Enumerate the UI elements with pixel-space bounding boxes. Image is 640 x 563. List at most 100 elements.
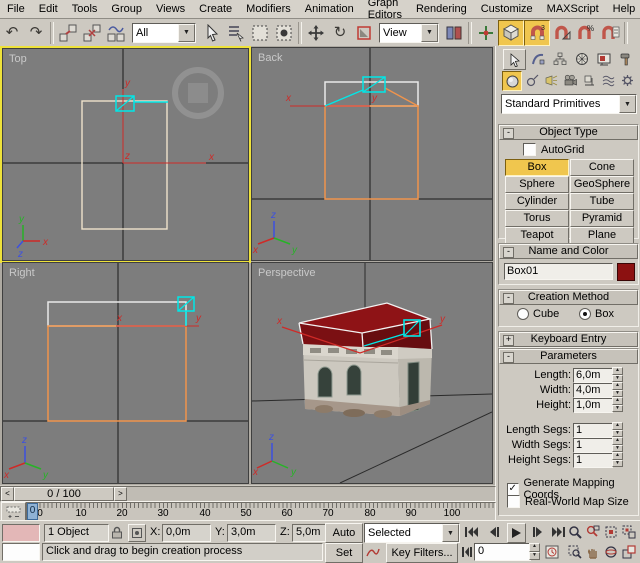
region-zoom-icon[interactable] bbox=[566, 543, 583, 561]
auto-key-button[interactable]: Auto Key bbox=[325, 523, 363, 543]
width-input[interactable]: 4,0m bbox=[573, 383, 613, 398]
display-tab-icon[interactable] bbox=[593, 49, 614, 68]
use-pivot-point-icon[interactable] bbox=[442, 21, 466, 45]
house-model[interactable] bbox=[303, 344, 432, 418]
length-segs-spinner[interactable]: ▲▼ bbox=[612, 422, 623, 437]
bind-to-spacewarp-icon[interactable] bbox=[104, 21, 128, 45]
menu-animation[interactable]: Animation bbox=[298, 2, 361, 16]
height-spinner[interactable]: ▲▼ bbox=[612, 397, 623, 412]
select-object-icon[interactable] bbox=[200, 21, 224, 45]
menu-create[interactable]: Create bbox=[192, 2, 239, 16]
snaps-toggle-3d-icon[interactable]: 3 bbox=[524, 20, 550, 46]
sphere-button[interactable]: Sphere bbox=[505, 176, 569, 193]
box-radio[interactable] bbox=[579, 308, 591, 320]
select-and-link-icon[interactable] bbox=[56, 21, 80, 45]
menu-file[interactable]: File bbox=[0, 2, 32, 16]
plane-button[interactable]: Plane bbox=[570, 227, 634, 244]
zoom-all-icon[interactable] bbox=[584, 523, 601, 541]
dropdown-arrow-icon[interactable]: ▼ bbox=[421, 24, 438, 42]
parameters-header[interactable]: - Parameters bbox=[499, 349, 638, 364]
angle-snap-icon[interactable] bbox=[550, 21, 574, 45]
zoom-extents-icon[interactable] bbox=[602, 523, 619, 541]
cylinder-button[interactable]: Cylinder bbox=[505, 193, 569, 210]
collapse-icon[interactable]: - bbox=[503, 352, 514, 363]
menu-tools[interactable]: Tools bbox=[65, 2, 105, 16]
unlink-icon[interactable] bbox=[80, 21, 104, 45]
systems-category-icon[interactable] bbox=[618, 71, 636, 89]
box-button[interactable]: Box bbox=[505, 159, 569, 176]
motion-tab-icon[interactable] bbox=[571, 49, 592, 68]
set-key-curve-icon[interactable] bbox=[364, 543, 382, 561]
pyramid-button[interactable]: Pyramid bbox=[570, 210, 634, 227]
time-slider[interactable]: < 0 / 100 > bbox=[0, 486, 496, 502]
key-filters-button[interactable]: Key Filters... bbox=[386, 543, 458, 563]
width-spinner[interactable]: ▲▼ bbox=[612, 382, 623, 397]
dropdown-arrow-icon[interactable]: ▼ bbox=[442, 524, 459, 542]
zoom-extents-all-icon[interactable] bbox=[620, 523, 637, 541]
tube-button[interactable]: Tube bbox=[570, 193, 634, 210]
length-input[interactable]: 6,0m bbox=[573, 368, 613, 383]
current-frame-field[interactable]: 0 bbox=[474, 543, 531, 561]
length-segs-input[interactable]: 1 bbox=[573, 423, 613, 438]
create-tab-icon[interactable] bbox=[503, 49, 526, 70]
torus-button[interactable]: Torus bbox=[505, 210, 569, 227]
select-and-manipulate-icon[interactable] bbox=[474, 21, 498, 45]
current-frame-marker[interactable]: 0 bbox=[27, 503, 38, 520]
generate-mapping-checkbox[interactable]: ✓ bbox=[507, 483, 519, 496]
select-and-move-icon[interactable] bbox=[304, 21, 328, 45]
snap-cube-icon[interactable] bbox=[498, 20, 524, 46]
menu-modifiers[interactable]: Modifiers bbox=[239, 2, 298, 16]
viewport-background[interactable] bbox=[3, 263, 248, 483]
menu-help[interactable]: Help bbox=[606, 2, 640, 16]
viewport-back[interactable]: x y Back z x y bbox=[251, 47, 493, 261]
next-frame-arrow[interactable]: > bbox=[114, 487, 127, 501]
expand-icon[interactable]: + bbox=[503, 335, 514, 346]
selection-lock-icon[interactable] bbox=[109, 524, 125, 541]
next-frame-icon[interactable] bbox=[529, 523, 546, 541]
collapse-icon[interactable]: - bbox=[503, 128, 514, 139]
time-slider-handle[interactable]: 0 / 100 bbox=[14, 487, 114, 501]
window-crossing-icon[interactable] bbox=[272, 21, 296, 45]
modify-tab-icon[interactable] bbox=[527, 49, 548, 68]
cameras-category-icon[interactable] bbox=[561, 71, 579, 89]
height-segs-spinner[interactable]: ▲▼ bbox=[612, 452, 623, 467]
creation-method-header[interactable]: - Creation Method bbox=[499, 290, 638, 305]
hierarchy-tab-icon[interactable] bbox=[549, 49, 570, 68]
absolute-mode-icon[interactable] bbox=[128, 524, 146, 542]
teapot-button[interactable]: Teapot bbox=[505, 227, 569, 244]
select-by-name-icon[interactable] bbox=[224, 21, 248, 45]
primitive-category-dropdown[interactable]: Standard Primitives ▼ bbox=[501, 94, 637, 114]
cube-radio[interactable] bbox=[517, 308, 529, 320]
percent-snap-icon[interactable]: % bbox=[574, 21, 598, 45]
menu-maxscript[interactable]: MAXScript bbox=[540, 2, 606, 16]
pan-hand-icon[interactable] bbox=[584, 543, 601, 561]
height-segs-input[interactable]: 1 bbox=[573, 453, 613, 468]
geosphere-button[interactable]: GeoSphere bbox=[570, 176, 634, 193]
cone-button[interactable]: Cone bbox=[570, 159, 634, 176]
viewport-top[interactable]: y x z Top y x z bbox=[2, 48, 249, 261]
go-to-start-icon[interactable] bbox=[463, 523, 480, 541]
dropdown-arrow-icon[interactable]: ▼ bbox=[178, 24, 195, 42]
viewport-perspective[interactable]: x y Perspective z x y bbox=[251, 262, 493, 484]
menu-edit[interactable]: Edit bbox=[32, 2, 65, 16]
menu-group[interactable]: Group bbox=[104, 2, 149, 16]
object-type-header[interactable]: - Object Type bbox=[499, 125, 638, 140]
autogrid-checkbox[interactable] bbox=[523, 143, 536, 156]
spacewarps-category-icon[interactable] bbox=[599, 71, 617, 89]
viewport-top-label[interactable]: Top bbox=[9, 53, 27, 65]
keyboard-entry-header[interactable]: + Keyboard Entry bbox=[499, 332, 638, 347]
menu-customize[interactable]: Customize bbox=[474, 2, 540, 16]
mini-trackbar-icon[interactable] bbox=[1, 502, 26, 521]
maxscript-listener[interactable] bbox=[2, 543, 40, 561]
helpers-category-icon[interactable] bbox=[580, 71, 598, 89]
y-coord-field[interactable]: 3,0m bbox=[227, 524, 276, 542]
geometry-category-icon[interactable] bbox=[502, 71, 522, 91]
object-color-swatch[interactable] bbox=[617, 263, 635, 281]
select-and-rotate-icon[interactable]: ↻ bbox=[328, 21, 352, 45]
maxscript-macro-listener[interactable] bbox=[2, 524, 40, 542]
collapse-icon[interactable]: - bbox=[503, 247, 514, 258]
collapse-icon[interactable]: - bbox=[503, 293, 514, 304]
viewport-right[interactable]: x y Right z x y bbox=[2, 262, 249, 484]
viewport-background[interactable] bbox=[252, 48, 492, 260]
play-animation-icon[interactable] bbox=[507, 523, 526, 543]
